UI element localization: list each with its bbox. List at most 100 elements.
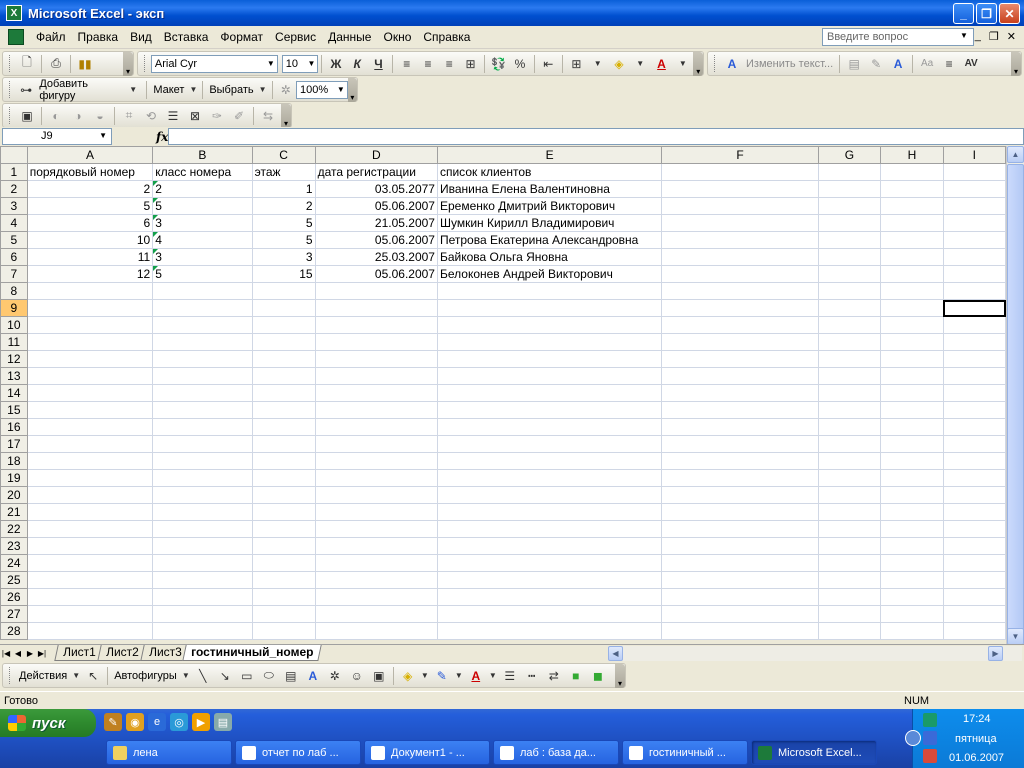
toolbar-options-icon[interactable]: ▾: [1011, 51, 1021, 76]
cell-empty[interactable]: [152, 333, 253, 351]
cell-e[interactable]: Петрова Екатерина Александровна: [436, 231, 663, 249]
select-button[interactable]: Выбрать: [206, 84, 256, 96]
cell-empty[interactable]: [314, 401, 438, 419]
cell-empty[interactable]: [942, 384, 1006, 402]
cell-empty[interactable]: [942, 452, 1006, 470]
tray-app-icon[interactable]: [923, 713, 937, 727]
spreadsheet-grid[interactable]: A B C D E F G H I 1 порядковый номер класс…: [0, 146, 1006, 640]
cell-a[interactable]: 6: [26, 214, 154, 232]
cell-empty[interactable]: [880, 282, 944, 300]
cell-empty[interactable]: [880, 180, 944, 198]
cell-empty[interactable]: [661, 571, 819, 589]
task-word-document[interactable]: Документ1 - ...: [364, 740, 490, 765]
cell-empty[interactable]: [436, 367, 663, 385]
cell-empty[interactable]: [942, 333, 1006, 351]
cell-empty[interactable]: [436, 316, 663, 334]
cell-c[interactable]: этаж: [251, 163, 316, 181]
cell-empty[interactable]: [251, 571, 316, 589]
row-header[interactable]: 11: [0, 333, 28, 351]
oval-icon[interactable]: ⬭: [260, 667, 278, 685]
cell-empty[interactable]: [152, 384, 253, 402]
cell-empty[interactable]: [152, 282, 253, 300]
cell-empty[interactable]: [314, 418, 438, 436]
edit-text-button[interactable]: Изменить текст...: [743, 58, 836, 70]
cell-empty[interactable]: [436, 605, 663, 623]
column-header-d[interactable]: D: [314, 146, 438, 164]
cell-empty[interactable]: [817, 333, 882, 351]
cell-a[interactable]: 11: [26, 248, 154, 266]
cell-empty[interactable]: [436, 622, 663, 640]
cell-empty[interactable]: [436, 571, 663, 589]
font-name-select[interactable]: Arial Cyr ▼: [150, 54, 278, 73]
cell-e[interactable]: Шумкин Кирилл Владимирович: [436, 214, 663, 232]
quicklaunch-tool-icon[interactable]: ✎: [104, 713, 122, 731]
cell-empty[interactable]: [436, 554, 663, 572]
align-right-icon[interactable]: ≡: [441, 55, 458, 73]
cell-empty[interactable]: [26, 333, 154, 351]
cell-empty[interactable]: [817, 384, 882, 402]
cell-empty[interactable]: [314, 350, 438, 368]
cell-empty[interactable]: [661, 180, 819, 198]
cell-empty[interactable]: [942, 520, 1006, 538]
cell-c[interactable]: 5: [251, 214, 316, 232]
doc-restore-button[interactable]: ❐: [989, 30, 999, 43]
rectangle-icon[interactable]: ▭: [238, 667, 256, 685]
cell-b[interactable]: 3: [152, 214, 253, 232]
cell-empty[interactable]: [314, 588, 438, 606]
row-header[interactable]: 13: [0, 367, 28, 385]
cell-empty[interactable]: [942, 622, 1006, 640]
internet-explorer-icon[interactable]: e: [148, 713, 166, 731]
cell-empty[interactable]: [26, 435, 154, 453]
line-icon[interactable]: ╲: [194, 667, 212, 685]
cell-empty[interactable]: [26, 299, 154, 317]
cell-c[interactable]: 2: [251, 197, 316, 215]
insert-function-icon[interactable]: fx: [156, 130, 168, 144]
cell-empty[interactable]: [26, 486, 154, 504]
cell-empty[interactable]: [817, 469, 882, 487]
char-spacing-icon[interactable]: AV: [962, 55, 980, 73]
chevron-down-icon[interactable]: ▼: [455, 667, 463, 685]
cell-empty[interactable]: [26, 384, 154, 402]
row-header[interactable]: 24: [0, 554, 28, 572]
cell-empty[interactable]: [817, 163, 882, 181]
row-header[interactable]: 20: [0, 486, 28, 504]
cell-empty[interactable]: [314, 452, 438, 470]
column-header-f[interactable]: F: [661, 146, 819, 164]
cell-empty[interactable]: [26, 537, 154, 555]
cell-empty[interactable]: [436, 520, 663, 538]
cell-empty[interactable]: [817, 452, 882, 470]
cell-empty[interactable]: [880, 163, 944, 181]
toolbar-options-icon[interactable]: ▾: [693, 51, 703, 76]
cell-empty[interactable]: [942, 503, 1006, 521]
cell-empty[interactable]: [314, 299, 438, 317]
cell-empty[interactable]: [942, 197, 1006, 215]
reset-picture-icon[interactable]: ⇆: [259, 107, 277, 125]
shadow-icon[interactable]: ■: [567, 667, 585, 685]
maximize-button[interactable]: ❐: [976, 3, 997, 24]
menu-data[interactable]: Данные: [322, 30, 377, 44]
cell-empty[interactable]: [152, 316, 253, 334]
less-contrast-icon[interactable]: ◒: [91, 107, 109, 125]
cell-a[interactable]: 5: [26, 197, 154, 215]
cell-empty[interactable]: [314, 384, 438, 402]
decrease-indent-icon[interactable]: ⇤: [540, 55, 557, 73]
cell-e[interactable]: список клиентов: [436, 163, 663, 181]
format-picture-icon[interactable]: ✑: [208, 107, 226, 125]
cell-empty[interactable]: [251, 299, 316, 317]
cell-empty[interactable]: [436, 537, 663, 555]
cell-empty[interactable]: [251, 367, 316, 385]
cell-empty[interactable]: [942, 350, 1006, 368]
line-style-icon[interactable]: ☰: [164, 107, 182, 125]
close-button[interactable]: ✕: [999, 3, 1020, 24]
cell-empty[interactable]: [314, 571, 438, 589]
toolbar-grip[interactable]: [9, 81, 12, 98]
menu-insert[interactable]: Вставка: [158, 30, 215, 44]
diagram-icon[interactable]: ✲: [326, 667, 344, 685]
cell-empty[interactable]: [436, 452, 663, 470]
cell-empty[interactable]: [26, 605, 154, 623]
cell-empty[interactable]: [26, 571, 154, 589]
name-box[interactable]: J9 ▼: [2, 128, 112, 145]
row-header[interactable]: 14: [0, 384, 28, 402]
toolbar-grip[interactable]: [9, 667, 12, 684]
cell-empty[interactable]: [942, 180, 1006, 198]
